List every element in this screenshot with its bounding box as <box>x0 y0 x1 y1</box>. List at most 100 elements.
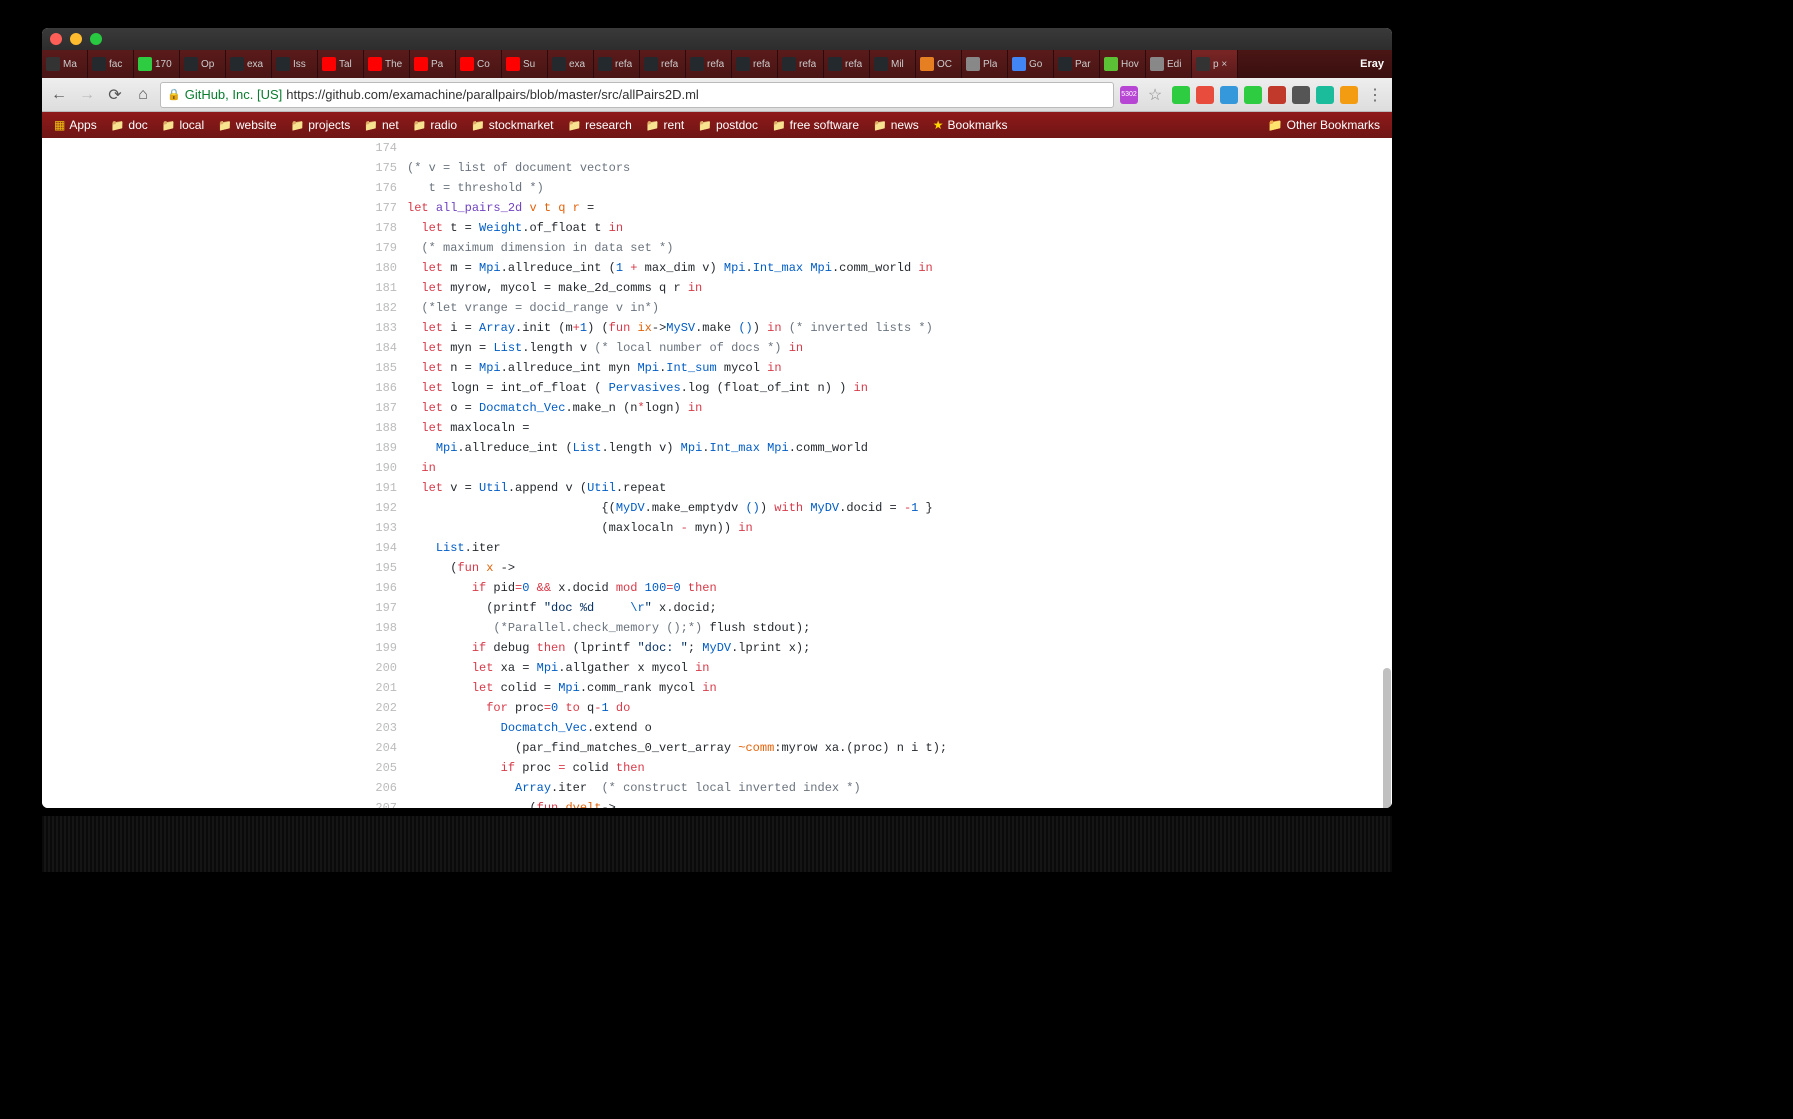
page-content[interactable]: 174175(* v = list of document vectors176… <box>42 138 1392 808</box>
line-number[interactable]: 191 <box>357 478 407 498</box>
line-content[interactable]: List.iter <box>407 538 501 558</box>
browser-tab[interactable]: Tal <box>318 50 364 78</box>
ext-icon-7[interactable] <box>1316 86 1334 104</box>
line-content[interactable]: let n = Mpi.allreduce_int myn Mpi.Int_su… <box>407 358 782 378</box>
back-button[interactable]: ← <box>48 84 70 106</box>
line-content[interactable]: let myrow, mycol = make_2d_comms q r in <box>407 278 702 298</box>
line-content[interactable]: t = threshold *) <box>407 178 544 198</box>
bookmark-item[interactable]: 📁net <box>358 116 404 134</box>
line-number[interactable]: 198 <box>357 618 407 638</box>
browser-tab[interactable]: refa <box>594 50 640 78</box>
bookmark-star-icon[interactable]: ☆ <box>1144 84 1166 106</box>
line-number[interactable]: 189 <box>357 438 407 458</box>
line-content[interactable]: let m = Mpi.allreduce_int (1 + max_dim v… <box>407 258 933 278</box>
line-number[interactable]: 186 <box>357 378 407 398</box>
line-content[interactable]: in <box>407 458 436 478</box>
browser-tab[interactable]: p × <box>1192 50 1238 78</box>
line-content[interactable]: let xa = Mpi.allgather x mycol in <box>407 658 709 678</box>
line-content[interactable]: Mpi.allreduce_int (List.length v) Mpi.In… <box>407 438 868 458</box>
line-number[interactable]: 193 <box>357 518 407 538</box>
line-content[interactable]: let all_pairs_2d v t q r = <box>407 198 594 218</box>
line-content[interactable]: (*let vrange = docid_range v in*) <box>407 298 659 318</box>
browser-tab[interactable]: Iss <box>272 50 318 78</box>
home-button[interactable]: ⌂ <box>132 84 154 106</box>
line-content[interactable]: let logn = int_of_float ( Pervasives.log… <box>407 378 868 398</box>
line-number[interactable]: 204 <box>357 738 407 758</box>
line-content[interactable]: (printf "doc %d \r" x.docid; <box>407 598 717 618</box>
browser-tab[interactable]: fac <box>88 50 134 78</box>
line-number[interactable]: 202 <box>357 698 407 718</box>
line-number[interactable]: 175 <box>357 158 407 178</box>
browser-tab[interactable]: refa <box>686 50 732 78</box>
line-content[interactable]: (par_find_matches_0_vert_array ~comm:myr… <box>407 738 947 758</box>
browser-tab[interactable]: Ma <box>42 50 88 78</box>
line-content[interactable]: Array.iter (* construct local inverted i… <box>407 778 861 798</box>
line-content[interactable]: for proc=0 to q-1 do <box>407 698 630 718</box>
line-number[interactable]: 183 <box>357 318 407 338</box>
line-content[interactable]: (maxlocaln - myn)) in <box>407 518 753 538</box>
line-content[interactable]: (fun x -> <box>407 558 515 578</box>
address-bar[interactable]: 🔒 GitHub, Inc. [US] https://github.com/e… <box>160 82 1114 108</box>
line-number[interactable]: 177 <box>357 198 407 218</box>
line-number[interactable]: 174 <box>357 138 407 158</box>
line-number[interactable]: 188 <box>357 418 407 438</box>
line-number[interactable]: 179 <box>357 238 407 258</box>
line-content[interactable]: {(MyDV.make_emptydv ()) with MyDV.docid … <box>407 498 933 518</box>
line-content[interactable]: (* v = list of document vectors <box>407 158 630 178</box>
browser-tab[interactable]: 170 <box>134 50 180 78</box>
bookmark-item[interactable]: ▦Apps <box>48 116 103 134</box>
bookmark-item[interactable]: 📁news <box>867 116 925 134</box>
line-content[interactable]: let maxlocaln = <box>407 418 529 438</box>
bookmark-item[interactable]: 📁postdoc <box>692 116 764 134</box>
browser-tab[interactable]: Go <box>1008 50 1054 78</box>
bookmark-item[interactable]: 📁local <box>156 116 210 134</box>
browser-tab[interactable]: exa <box>226 50 272 78</box>
ext-icon-2[interactable] <box>1196 86 1214 104</box>
ext-badge[interactable]: 5302 <box>1120 86 1138 104</box>
line-number[interactable]: 206 <box>357 778 407 798</box>
browser-tab[interactable]: Pla <box>962 50 1008 78</box>
browser-tab[interactable]: refa <box>824 50 870 78</box>
ext-icon-6[interactable] <box>1292 86 1310 104</box>
ext-icon-8[interactable] <box>1340 86 1358 104</box>
browser-tab[interactable]: refa <box>778 50 824 78</box>
line-number[interactable]: 182 <box>357 298 407 318</box>
line-number[interactable]: 205 <box>357 758 407 778</box>
maximize-window-button[interactable] <box>90 33 102 45</box>
browser-tab[interactable]: Edi <box>1146 50 1192 78</box>
line-content[interactable]: if pid=0 && x.docid mod 100=0 then <box>407 578 717 598</box>
bookmark-item[interactable]: 📁projects <box>285 116 357 134</box>
line-content[interactable]: (fun dvelt-> <box>407 798 616 808</box>
bookmark-item[interactable]: 📁free software <box>766 116 865 134</box>
browser-tab[interactable]: Su <box>502 50 548 78</box>
line-number[interactable]: 203 <box>357 718 407 738</box>
line-content[interactable]: let v = Util.append v (Util.repeat <box>407 478 666 498</box>
bookmark-item[interactable]: 📁stockmarket <box>465 116 559 134</box>
browser-tab[interactable]: Hov <box>1100 50 1146 78</box>
browser-tab[interactable]: OC <box>916 50 962 78</box>
line-number[interactable]: 199 <box>357 638 407 658</box>
browser-tab[interactable]: Pa <box>410 50 456 78</box>
line-number[interactable]: 197 <box>357 598 407 618</box>
browser-tab[interactable]: Mil <box>870 50 916 78</box>
line-number[interactable]: 187 <box>357 398 407 418</box>
line-number[interactable]: 195 <box>357 558 407 578</box>
forward-button[interactable]: → <box>76 84 98 106</box>
ext-icon-1[interactable] <box>1172 86 1190 104</box>
minimize-window-button[interactable] <box>70 33 82 45</box>
line-content[interactable]: if proc = colid then <box>407 758 645 778</box>
bookmark-item[interactable]: ★Bookmarks <box>927 116 1014 134</box>
browser-tab[interactable]: refa <box>640 50 686 78</box>
line-number[interactable]: 185 <box>357 358 407 378</box>
line-content[interactable]: let t = Weight.of_float t in <box>407 218 623 238</box>
line-number[interactable]: 181 <box>357 278 407 298</box>
line-content[interactable]: if debug then (lprintf "doc: "; MyDV.lpr… <box>407 638 810 658</box>
line-number[interactable]: 180 <box>357 258 407 278</box>
browser-tab[interactable]: Op <box>180 50 226 78</box>
line-content[interactable]: let myn = List.length v (* local number … <box>407 338 803 358</box>
browser-tab[interactable]: Co <box>456 50 502 78</box>
browser-tab[interactable]: The <box>364 50 410 78</box>
line-number[interactable]: 201 <box>357 678 407 698</box>
bookmark-item[interactable]: 📁doc <box>105 116 154 134</box>
line-number[interactable]: 178 <box>357 218 407 238</box>
